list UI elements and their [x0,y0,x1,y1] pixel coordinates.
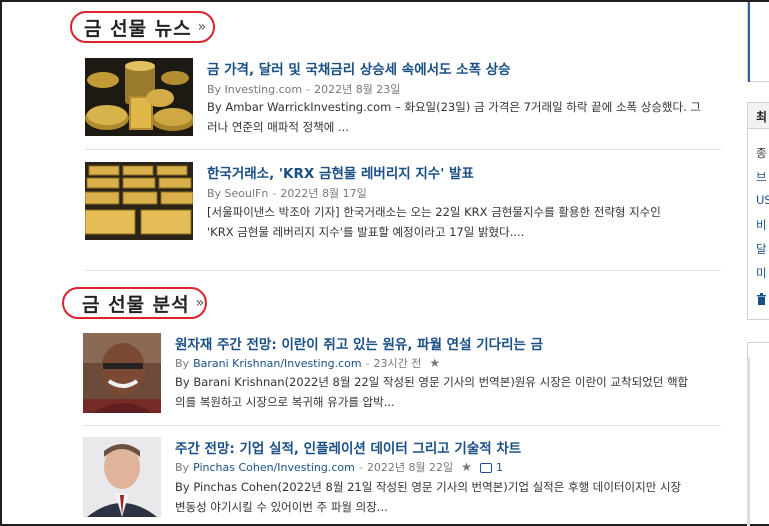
snippet-line-1: By Pinchas Cohen(2022년 8월 21일 작성된 영문 기사의… [175,480,682,494]
analysis-article-2[interactable]: 주간 전망: 기업 실적, 인플레이션 데이터 그리고 기술적 차트 By Pi… [83,437,723,519]
article-thumbnail-gold-bars[interactable] [85,162,193,240]
article-title[interactable]: 한국거래소, 'KRX 금현물 레버리지 지수' 발표 [207,162,474,182]
author-photo-barani[interactable] [83,333,161,413]
trash-icon[interactable] [756,293,767,305]
snippet-line-2: 변동성 야기시킬 수 있어이번 주 파월 의장... [175,500,388,514]
comment-count[interactable]: 1 [496,461,503,474]
star-icon[interactable]: ★ [429,356,440,370]
widget-item[interactable]: 미 [756,265,767,281]
article-meta: By Pinchas Cohen/Investing.com - 2022년 8… [175,459,503,475]
article-date: 2022년 8월 23일 [314,83,401,96]
article-meta: By SeoulFn - 2022년 8월 17일 [207,185,367,201]
widget-header: 최 [748,103,769,129]
section-title-analysis[interactable]: 금 선물 분석 » [62,287,207,319]
article-source: By Investing.com [207,82,303,96]
right-widget-list: 최 종 브 US 비 달 미 [747,102,769,320]
article-date: 2022년 8월 22일 [366,461,454,474]
right-widget-top [747,2,769,82]
section-title-news[interactable]: 금 선물 뉴스 » [70,11,215,43]
accent-bar [748,2,750,82]
snippet-line-2: 'KRX 금현물 레버리지 지수'를 발표할 예정이라고 17일 밝혔다.... [207,225,525,239]
section-title-analysis-label: 금 선물 분석 [82,293,190,316]
widget-header-label: 최 [756,110,768,124]
article-divider [83,425,721,426]
article-meta: By Barani Krishnan/Investing.com - 23시간 … [175,355,440,371]
gold-coins-image [85,58,193,136]
article-snippet: By Pinchas Cohen(2022년 8월 21일 작성된 영문 기사의… [175,477,725,517]
article-author-link[interactable]: Barani Krishnan/Investing.com [193,357,362,370]
more-arrow-icon[interactable]: » [196,295,205,311]
section-title-news-label: 금 선물 뉴스 [84,17,192,40]
analysis-article-1[interactable]: 원자재 주간 전망: 이란이 쥐고 있는 원유, 파월 연설 기다리는 금 By… [83,333,723,415]
article-thumbnail-gold-coins[interactable] [85,58,193,136]
article-title[interactable]: 주간 전망: 기업 실적, 인플레이션 데이터 그리고 기술적 차트 [175,437,521,457]
snippet-line-1: By Ambar WarrickInvesting.com – 화요일(23일)… [207,100,701,114]
widget-item[interactable]: US [756,193,769,207]
widget-edge [747,357,750,526]
widget-item[interactable]: 달 [756,241,767,257]
meta-separator: - [272,186,277,200]
meta-separator: - [306,82,311,96]
author-portrait-image [83,437,161,517]
author-photo-pinchas[interactable] [83,437,161,517]
article-date: 23시간 전 [373,357,422,370]
snippet-line-2: 의를 복원하고 시장으로 복귀해 유가를 압박... [175,395,395,409]
article-source: By SeoulFn [207,186,269,200]
meta-separator: - [358,460,363,474]
article-meta: By Investing.com - 2022년 8월 23일 [207,81,400,97]
snippet-line-1: [서울파이낸스 박조아 기자] 한국거래소는 오는 22일 KRX 금현물지수를… [207,205,661,219]
comment-icon[interactable] [479,463,492,473]
news-article-2[interactable]: 한국거래소, 'KRX 금현물 레버리지 지수' 발표 By SeoulFn -… [85,162,725,242]
more-arrow-icon[interactable]: » [198,19,207,35]
snippet-line-2: 러나 연준의 매파적 정책에 ... [207,120,349,134]
article-divider [85,149,721,150]
widget-item[interactable]: 브 [756,169,767,185]
snippet-line-1: By Barani Krishnan(2022년 8월 22일 작성된 영문 기… [175,375,689,389]
article-by: By [175,460,190,474]
article-snippet: [서울파이낸스 박조아 기자] 한국거래소는 오는 22일 KRX 금현물지수를… [207,202,727,242]
article-title[interactable]: 금 가격, 달러 및 국채금리 상승세 속에서도 소폭 상승 [207,58,511,78]
widget-item[interactable]: 종 [756,145,767,161]
article-snippet: By Barani Krishnan(2022년 8월 22일 작성된 영문 기… [175,372,725,412]
gold-bars-image [85,162,193,240]
star-icon[interactable]: ★ [461,460,472,474]
article-date: 2022년 8월 17일 [280,187,367,200]
article-title[interactable]: 원자재 주간 전망: 이란이 쥐고 있는 원유, 파월 연설 기다리는 금 [175,333,543,353]
news-article-1[interactable]: 금 가격, 달러 및 국채금리 상승세 속에서도 소폭 상승 By Invest… [85,58,725,138]
article-by: By [175,356,190,370]
meta-separator: - [365,356,370,370]
section-divider [85,270,721,271]
widget-item[interactable]: 비 [756,217,767,233]
author-portrait-image [83,333,161,413]
right-widget-bottom [747,342,769,526]
article-author-link[interactable]: Pinchas Cohen/Investing.com [193,461,355,474]
article-snippet: By Ambar WarrickInvesting.com – 화요일(23일)… [207,97,727,137]
